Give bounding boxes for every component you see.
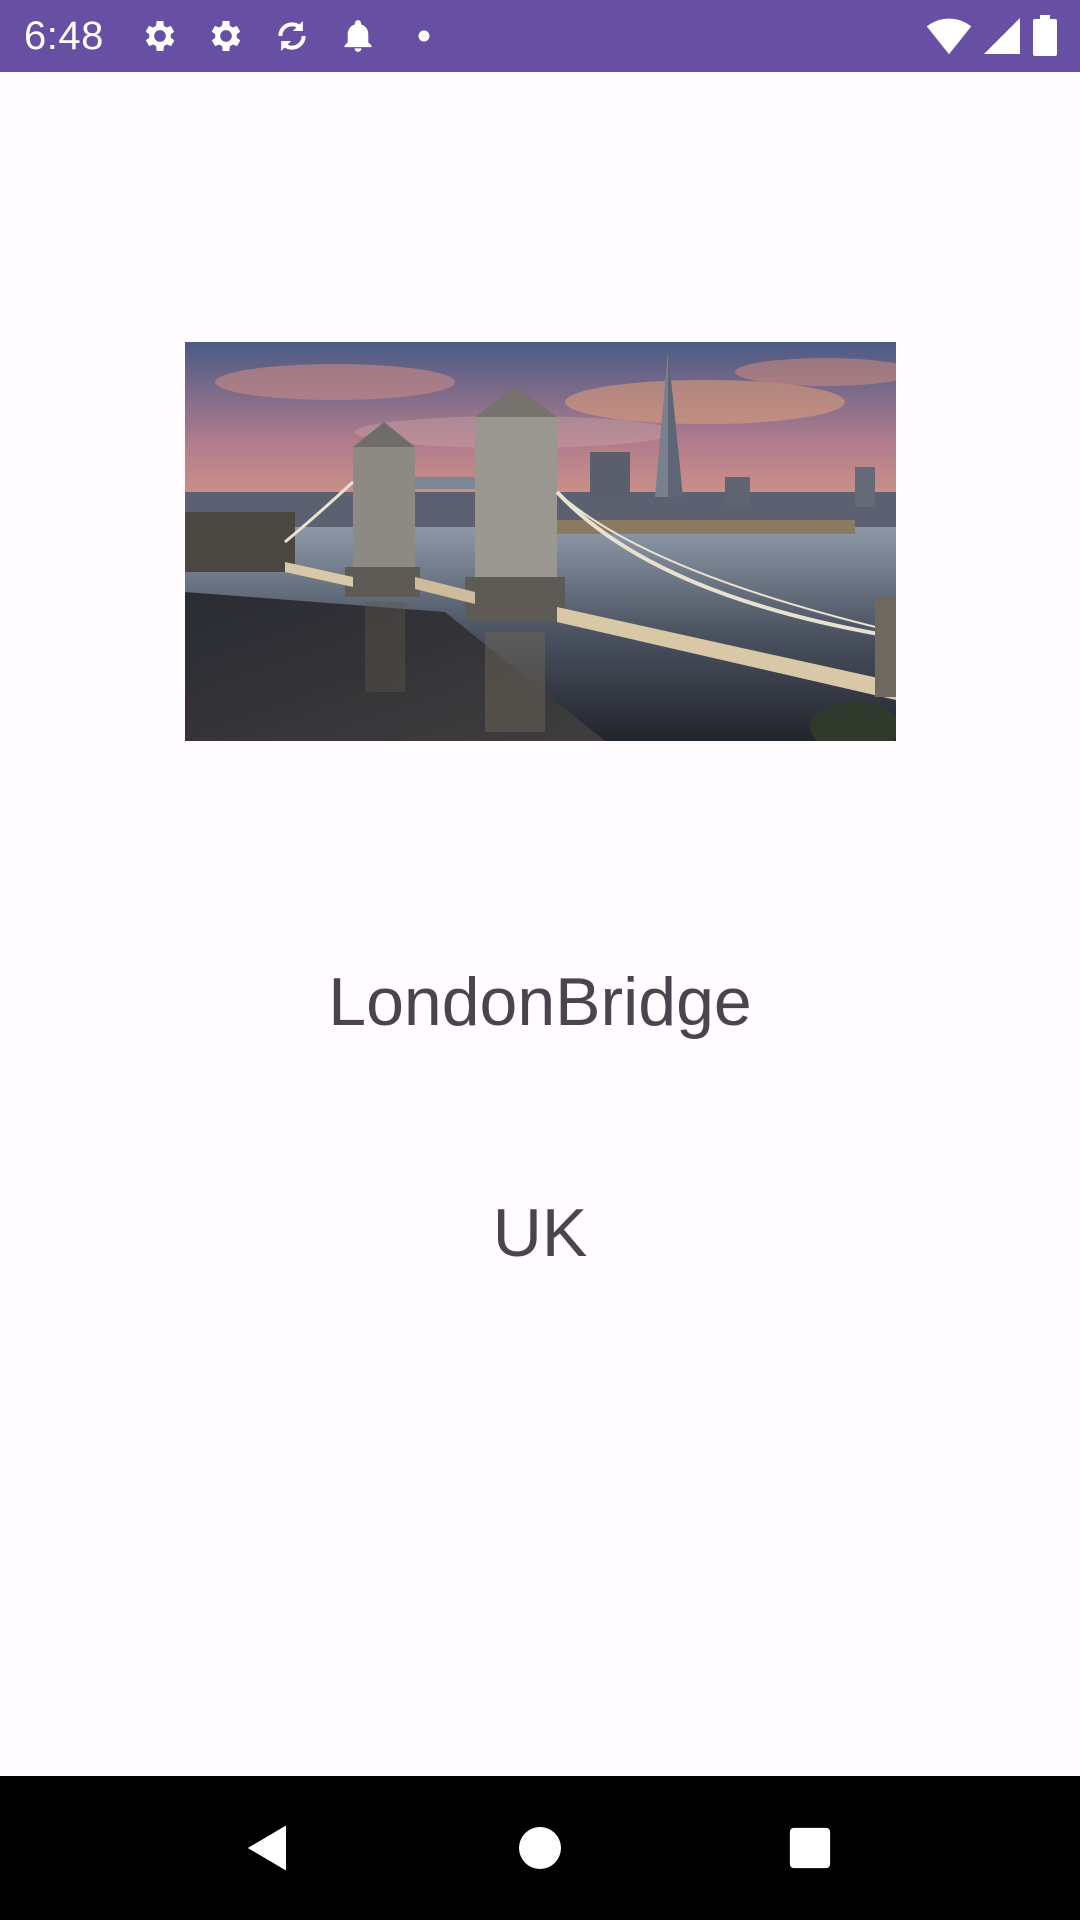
landmark-country: UK: [492, 1195, 588, 1271]
tower-bridge-photo: [185, 342, 896, 741]
dot-icon: [402, 14, 446, 58]
status-time: 6:48: [24, 14, 104, 58]
landmark-image: [185, 342, 896, 741]
home-button[interactable]: [498, 1806, 582, 1890]
notification-bell-icon: [336, 14, 380, 58]
recents-button[interactable]: [768, 1806, 852, 1890]
navigation-bar: [0, 1776, 1080, 1920]
status-system-icons: [916, 14, 1058, 58]
status-notification-icons: [138, 14, 468, 58]
status-bar: 6:48: [0, 0, 1080, 72]
battery-icon: [1032, 14, 1058, 58]
landmark-name: LondonBridge: [328, 964, 752, 1040]
cell-signal-icon: [982, 14, 1022, 58]
wifi-icon: [926, 14, 972, 58]
recents-icon: [789, 1827, 831, 1869]
settings-icon: [204, 14, 248, 58]
settings-icon: [138, 14, 182, 58]
sync-icon: [270, 14, 314, 58]
back-icon: [247, 1825, 286, 1871]
app-screen: 6:48 LondonBridge UK: [0, 0, 1080, 1920]
home-icon: [519, 1827, 561, 1869]
back-button[interactable]: [226, 1806, 310, 1890]
